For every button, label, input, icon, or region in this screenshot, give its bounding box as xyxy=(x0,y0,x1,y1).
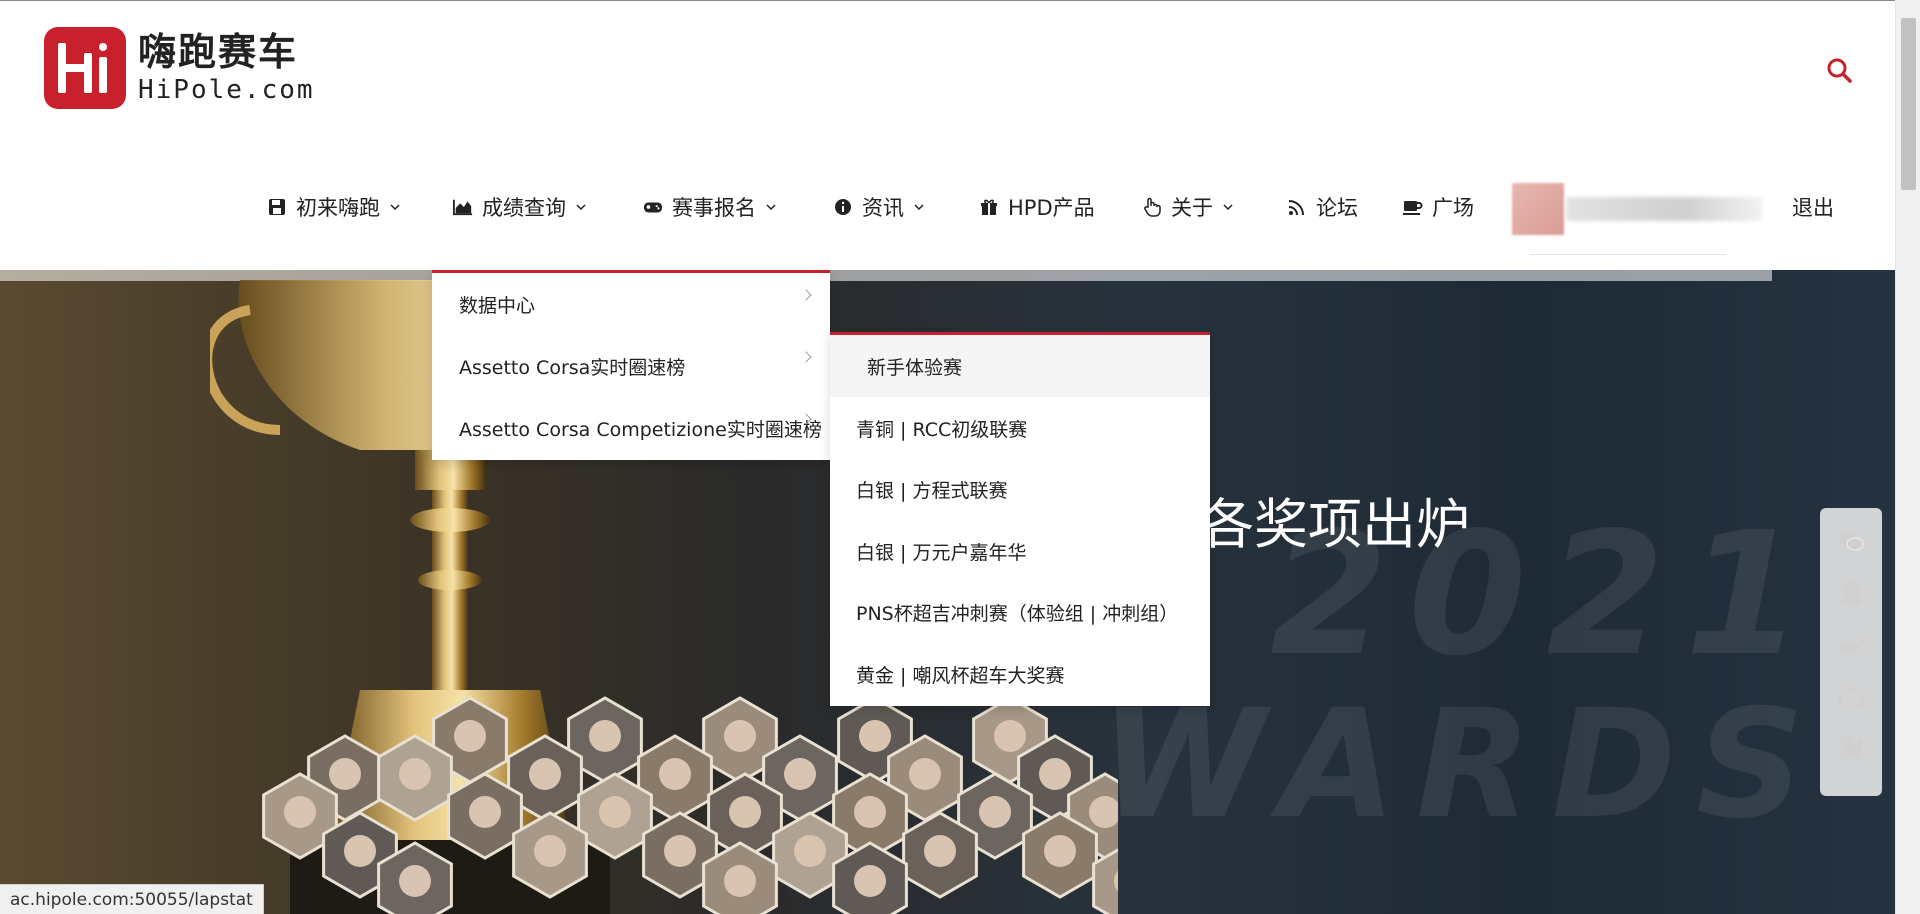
hero-bg-text-awards: WARDS xyxy=(1100,678,1825,852)
driver-face xyxy=(979,796,1011,828)
menu-item-data-center[interactable]: 数据中心 xyxy=(432,273,830,335)
driver-face xyxy=(784,758,816,790)
logo-name-en: HiPole.com xyxy=(138,75,315,105)
nav-item-results[interactable]: 成绩查询 xyxy=(453,187,586,227)
coffee-icon xyxy=(1403,197,1423,217)
menu-item-label: Assetto Corsa实时圈速榜 xyxy=(459,356,686,379)
nav-item-hpd-products[interactable]: HPD产品 xyxy=(979,187,1095,227)
submenu-item-pns-cup[interactable]: PNS杯超吉冲刺赛（体验组 | 冲刺组） xyxy=(830,581,1210,643)
hand-pointer-icon xyxy=(1142,197,1162,217)
driver-face xyxy=(859,720,891,752)
info-circle-icon xyxy=(833,197,853,217)
wechat-icon[interactable] xyxy=(1838,528,1864,554)
nav-item-label: 广场 xyxy=(1432,196,1474,220)
nav-item-label: 赛事报名 xyxy=(672,196,756,220)
driver-face xyxy=(924,835,956,867)
gamepad-icon xyxy=(643,197,663,217)
nav-item-label: 关于 xyxy=(1171,196,1213,220)
feed-icon xyxy=(1287,197,1307,217)
chevron-right-icon xyxy=(800,289,812,301)
search-icon[interactable] xyxy=(1826,57,1852,83)
logo-text: 嗨跑赛车 HiPole.com xyxy=(138,33,315,103)
driver-face xyxy=(399,758,431,790)
driver-face xyxy=(664,835,696,867)
driver-face xyxy=(529,758,561,790)
nav-item-forum[interactable]: 论坛 xyxy=(1287,187,1358,227)
nav-item-label: 成绩查询 xyxy=(482,196,566,220)
save-icon xyxy=(267,197,287,217)
bilibili-icon[interactable] xyxy=(1838,684,1864,710)
driver-face xyxy=(344,835,376,867)
chevron-down-icon xyxy=(576,204,586,211)
hero-title: 各奖项出炉 xyxy=(1200,493,1470,556)
logout-link[interactable]: 退出 xyxy=(1792,187,1834,227)
driver-face xyxy=(854,796,886,828)
nav-item-plaza[interactable]: 广场 xyxy=(1403,187,1474,227)
menu-item-ac-lap-board[interactable]: Assetto Corsa实时圈速榜 xyxy=(432,335,830,397)
nav-item-intro[interactable]: 初来嗨跑 xyxy=(267,187,400,227)
nav-item-label: 资讯 xyxy=(862,196,904,220)
submenu-item-rookie[interactable]: 新手体验赛 xyxy=(830,335,1210,397)
menu-item-label: Assetto Corsa Competizione实时圈速榜 xyxy=(459,418,822,441)
driver-face xyxy=(724,865,756,897)
site-logo[interactable]: 嗨跑赛车 HiPole.com xyxy=(44,27,315,109)
driver-face xyxy=(909,758,941,790)
browser-status-url: ac.hipole.com:50055/lapstat xyxy=(0,884,264,914)
chevron-down-icon xyxy=(1223,204,1233,211)
driver-face xyxy=(729,796,761,828)
user-underline xyxy=(1530,254,1726,255)
logo-name-cn: 嗨跑赛车 xyxy=(138,30,299,74)
driver-face xyxy=(994,720,1026,752)
driver-face xyxy=(1039,758,1071,790)
driver-face xyxy=(284,796,316,828)
chevron-down-icon xyxy=(766,204,776,211)
submenu-item-silver-formula[interactable]: 白银 | 方程式联赛 xyxy=(830,458,1210,520)
submenu-item-gold-chaofeng[interactable]: 黄金 | 嘲风杯超车大奖赛 xyxy=(830,643,1210,705)
gift-icon xyxy=(979,197,999,217)
taobao-icon[interactable]: 淘 xyxy=(1838,736,1864,762)
driver-face xyxy=(724,720,756,752)
nav-item-label: HPD产品 xyxy=(1008,196,1095,220)
driver-face xyxy=(454,720,486,752)
driver-face xyxy=(589,720,621,752)
chevron-right-icon xyxy=(800,351,812,363)
avatar[interactable] xyxy=(1512,183,1564,235)
area-chart-icon xyxy=(453,197,473,217)
weibo-icon[interactable] xyxy=(1838,632,1864,658)
site-header: 嗨跑赛车 HiPole.com 初来嗨跑 成绩查询 赛事报名 资讯 HPD产品 … xyxy=(0,0,1895,270)
driver-face xyxy=(659,758,691,790)
scrollbar-thumb[interactable] xyxy=(1901,18,1916,190)
driver-face xyxy=(329,758,361,790)
menu-item-label: 数据中心 xyxy=(459,294,536,317)
social-share-bar: 淘 xyxy=(1820,508,1882,796)
menu-item-acc-lap-board[interactable]: Assetto Corsa Competizione实时圈速榜 xyxy=(432,397,830,459)
driver-face xyxy=(399,865,431,897)
logo-mark xyxy=(44,27,126,109)
driver-face xyxy=(794,835,826,867)
results-dropdown-menu: 数据中心 Assetto Corsa实时圈速榜 Assetto Corsa Co… xyxy=(432,270,830,460)
driver-face xyxy=(1044,835,1076,867)
nav-item-label: 初来嗨跑 xyxy=(296,196,380,220)
nav-item-label: 论坛 xyxy=(1316,196,1358,220)
chevron-down-icon xyxy=(390,204,400,211)
nav-item-registration[interactable]: 赛事报名 xyxy=(643,187,776,227)
nav-item-news[interactable]: 资讯 xyxy=(833,187,924,227)
submenu-item-bronze-rcc[interactable]: 青铜 | RCC初级联赛 xyxy=(830,397,1210,459)
chevron-down-icon xyxy=(914,204,924,211)
driver-face xyxy=(599,796,631,828)
username-blurred[interactable] xyxy=(1566,197,1762,221)
qq-icon[interactable] xyxy=(1838,580,1864,606)
ac-lap-board-submenu: 新手体验赛 青铜 | RCC初级联赛 白银 | 方程式联赛 白银 | 万元户嘉年… xyxy=(830,332,1210,706)
driver-photo-collage xyxy=(262,696,1118,914)
nav-item-about[interactable]: 关于 xyxy=(1142,187,1233,227)
driver-face xyxy=(469,796,501,828)
driver-face xyxy=(854,865,886,897)
submenu-item-silver-carnival[interactable]: 白银 | 万元户嘉年华 xyxy=(830,520,1210,582)
driver-face xyxy=(534,835,566,867)
page-scrollbar[interactable] xyxy=(1895,0,1920,914)
